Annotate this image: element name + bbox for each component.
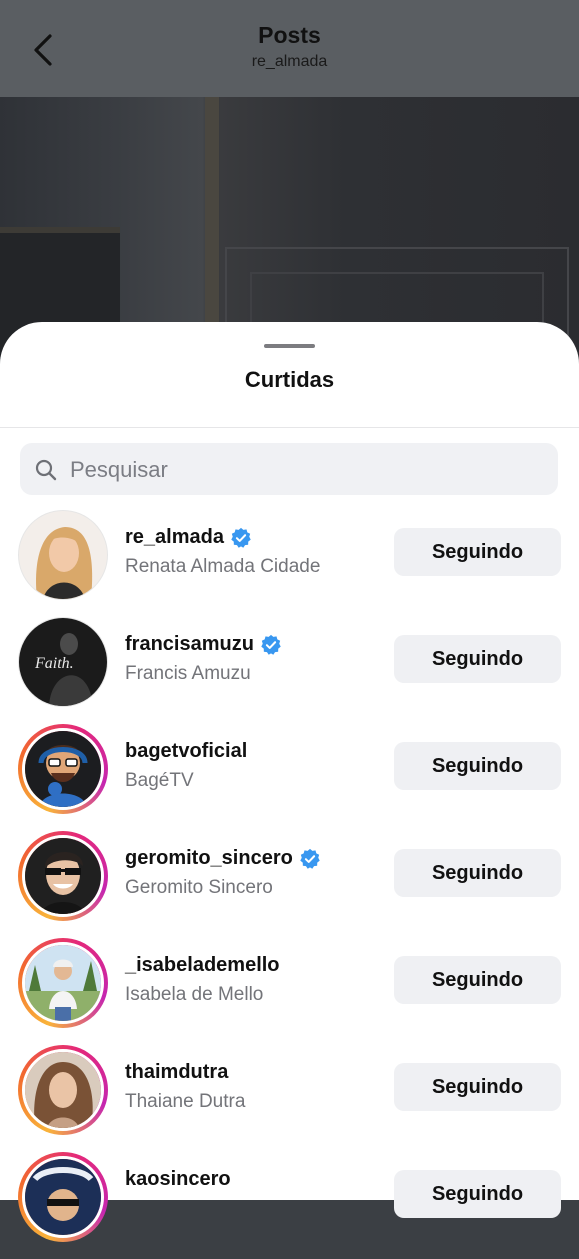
- avatar-image: [22, 1156, 104, 1238]
- likes-sheet: Curtidas re_: [0, 322, 579, 1242]
- following-button[interactable]: Seguindo: [394, 528, 561, 576]
- avatar-image: [22, 835, 104, 917]
- search-bar[interactable]: [20, 443, 558, 497]
- list-item[interactable]: Faith. francisamuzu Francis Amuzu Seguin…: [0, 617, 579, 724]
- full-name: Geromito Sincero: [125, 877, 273, 898]
- divider: [0, 427, 579, 428]
- verified-badge-icon: [261, 634, 281, 655]
- full-name: Francis Amuzu: [125, 663, 251, 684]
- full-name: Renata Almada Cidade: [125, 556, 321, 577]
- page-subtitle: re_almada: [251, 53, 328, 70]
- username-text: kaosincero: [125, 1168, 231, 1190]
- list-item[interactable]: geromito_sincero Geromito Sincero Seguin…: [0, 831, 579, 938]
- avatar[interactable]: [18, 510, 108, 600]
- username[interactable]: francisamuzu: [125, 633, 282, 656]
- full-name: Thaiane Dutra: [125, 1091, 246, 1112]
- search-input[interactable]: [68, 443, 542, 497]
- following-button[interactable]: Seguindo: [394, 849, 561, 897]
- list-item[interactable]: re_almada Renata Almada Cidade Seguindo: [0, 510, 579, 617]
- username[interactable]: kaosincero: [125, 1168, 231, 1191]
- username-text: geromito_sincero: [125, 847, 293, 869]
- list-item[interactable]: _isabelademello Isabela de Mello Seguind…: [0, 938, 579, 1045]
- list-item[interactable]: thaimdutra Thaiane Dutra Seguindo: [0, 1045, 579, 1152]
- avatar-story-ring[interactable]: [18, 724, 108, 814]
- following-button[interactable]: Seguindo: [394, 742, 561, 790]
- username-text: bagetvoficial: [125, 740, 248, 762]
- username-text: francisamuzu: [125, 633, 254, 655]
- avatar-image: [19, 511, 107, 599]
- username[interactable]: geromito_sincero: [125, 847, 321, 870]
- username[interactable]: thaimdutra: [125, 1061, 228, 1084]
- post-photo-background: [0, 97, 579, 357]
- page-title: Posts: [258, 22, 321, 48]
- avatar-story-ring[interactable]: [18, 831, 108, 921]
- avatar[interactable]: Faith.: [18, 617, 108, 707]
- full-name: Isabela de Mello: [125, 984, 264, 1005]
- verified-badge-icon: [300, 848, 320, 869]
- username-text: thaimdutra: [125, 1061, 229, 1083]
- avatar-story-ring[interactable]: [18, 938, 108, 1028]
- verified-badge-icon: [231, 527, 251, 548]
- avatar-story-ring[interactable]: [18, 1152, 108, 1242]
- avatar-story-ring[interactable]: [18, 1045, 108, 1135]
- sheet-grabber-handle[interactable]: [264, 344, 315, 348]
- username[interactable]: _isabelademello: [125, 954, 280, 977]
- username-text: re_almada: [125, 526, 224, 548]
- sheet-title: Curtidas: [244, 367, 335, 392]
- list-item[interactable]: bagetvoficial BagéTV Seguindo: [0, 724, 579, 831]
- following-button[interactable]: Seguindo: [394, 956, 561, 1004]
- avatar-image: [22, 728, 104, 810]
- following-button[interactable]: Seguindo: [394, 1063, 561, 1111]
- username-text: _isabelademello: [125, 954, 280, 976]
- avatar-image: [22, 1049, 104, 1131]
- following-button[interactable]: Seguindo: [394, 635, 561, 683]
- username[interactable]: re_almada: [125, 526, 252, 549]
- avatar-image: Faith.: [19, 618, 107, 706]
- svg-text:Faith.: Faith.: [34, 655, 74, 672]
- avatar-image: [22, 942, 104, 1024]
- top-navigation-bar: Posts re_almada: [0, 0, 579, 97]
- list-item[interactable]: kaosincero Seguindo: [0, 1152, 579, 1259]
- full-name: BagéTV: [125, 770, 194, 791]
- username[interactable]: bagetvoficial: [125, 740, 247, 763]
- following-button[interactable]: Seguindo: [394, 1170, 561, 1218]
- search-icon: [35, 459, 57, 481]
